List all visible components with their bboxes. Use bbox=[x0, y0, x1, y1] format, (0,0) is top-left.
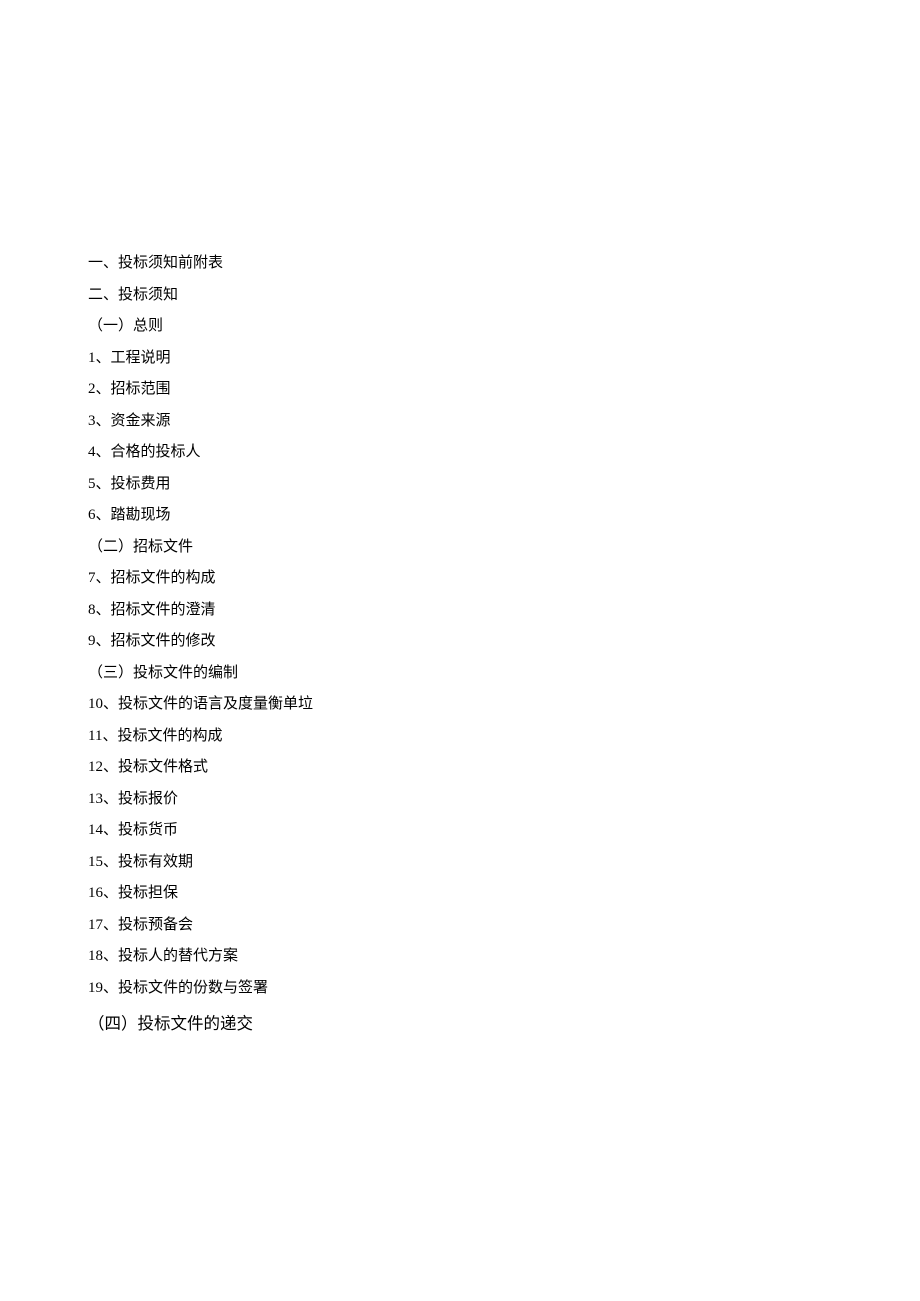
toc-line: （三）投标文件的编制 bbox=[88, 658, 920, 690]
toc-line: 19、投标文件的份数与签署 bbox=[88, 973, 920, 1005]
toc-line: 14、投标货币 bbox=[88, 815, 920, 847]
toc-line: 3、资金来源 bbox=[88, 406, 920, 438]
toc-line: 一、投标须知前附表 bbox=[88, 248, 920, 280]
toc-line: 18、投标人的替代方案 bbox=[88, 941, 920, 973]
toc-line: 12、投标文件格式 bbox=[88, 752, 920, 784]
document-content: 一、投标须知前附表 二、投标须知 （一）总则 1、工程说明 2、招标范围 3、资… bbox=[88, 248, 920, 1040]
toc-line: 4、合格的投标人 bbox=[88, 437, 920, 469]
toc-line: 5、投标费用 bbox=[88, 469, 920, 501]
toc-line: 8、招标文件的澄清 bbox=[88, 595, 920, 627]
toc-line: 15、投标有效期 bbox=[88, 847, 920, 879]
toc-line: 11、投标文件的构成 bbox=[88, 721, 920, 753]
toc-line: 9、招标文件的修改 bbox=[88, 626, 920, 658]
toc-line: （二）招标文件 bbox=[88, 532, 920, 564]
toc-line: 16、投标担保 bbox=[88, 878, 920, 910]
toc-line: 6、踏勘现场 bbox=[88, 500, 920, 532]
toc-line: 2、招标范围 bbox=[88, 374, 920, 406]
toc-line: 7、招标文件的构成 bbox=[88, 563, 920, 595]
toc-line: 二、投标须知 bbox=[88, 280, 920, 312]
toc-line: 1、工程说明 bbox=[88, 343, 920, 375]
toc-line: 17、投标预备会 bbox=[88, 910, 920, 942]
toc-line: （一）总则 bbox=[88, 311, 920, 343]
toc-line: 10、投标文件的语言及度量衡单垃 bbox=[88, 689, 920, 721]
toc-section-heading: （四）投标文件的递交 bbox=[88, 1008, 920, 1040]
toc-line: 13、投标报价 bbox=[88, 784, 920, 816]
